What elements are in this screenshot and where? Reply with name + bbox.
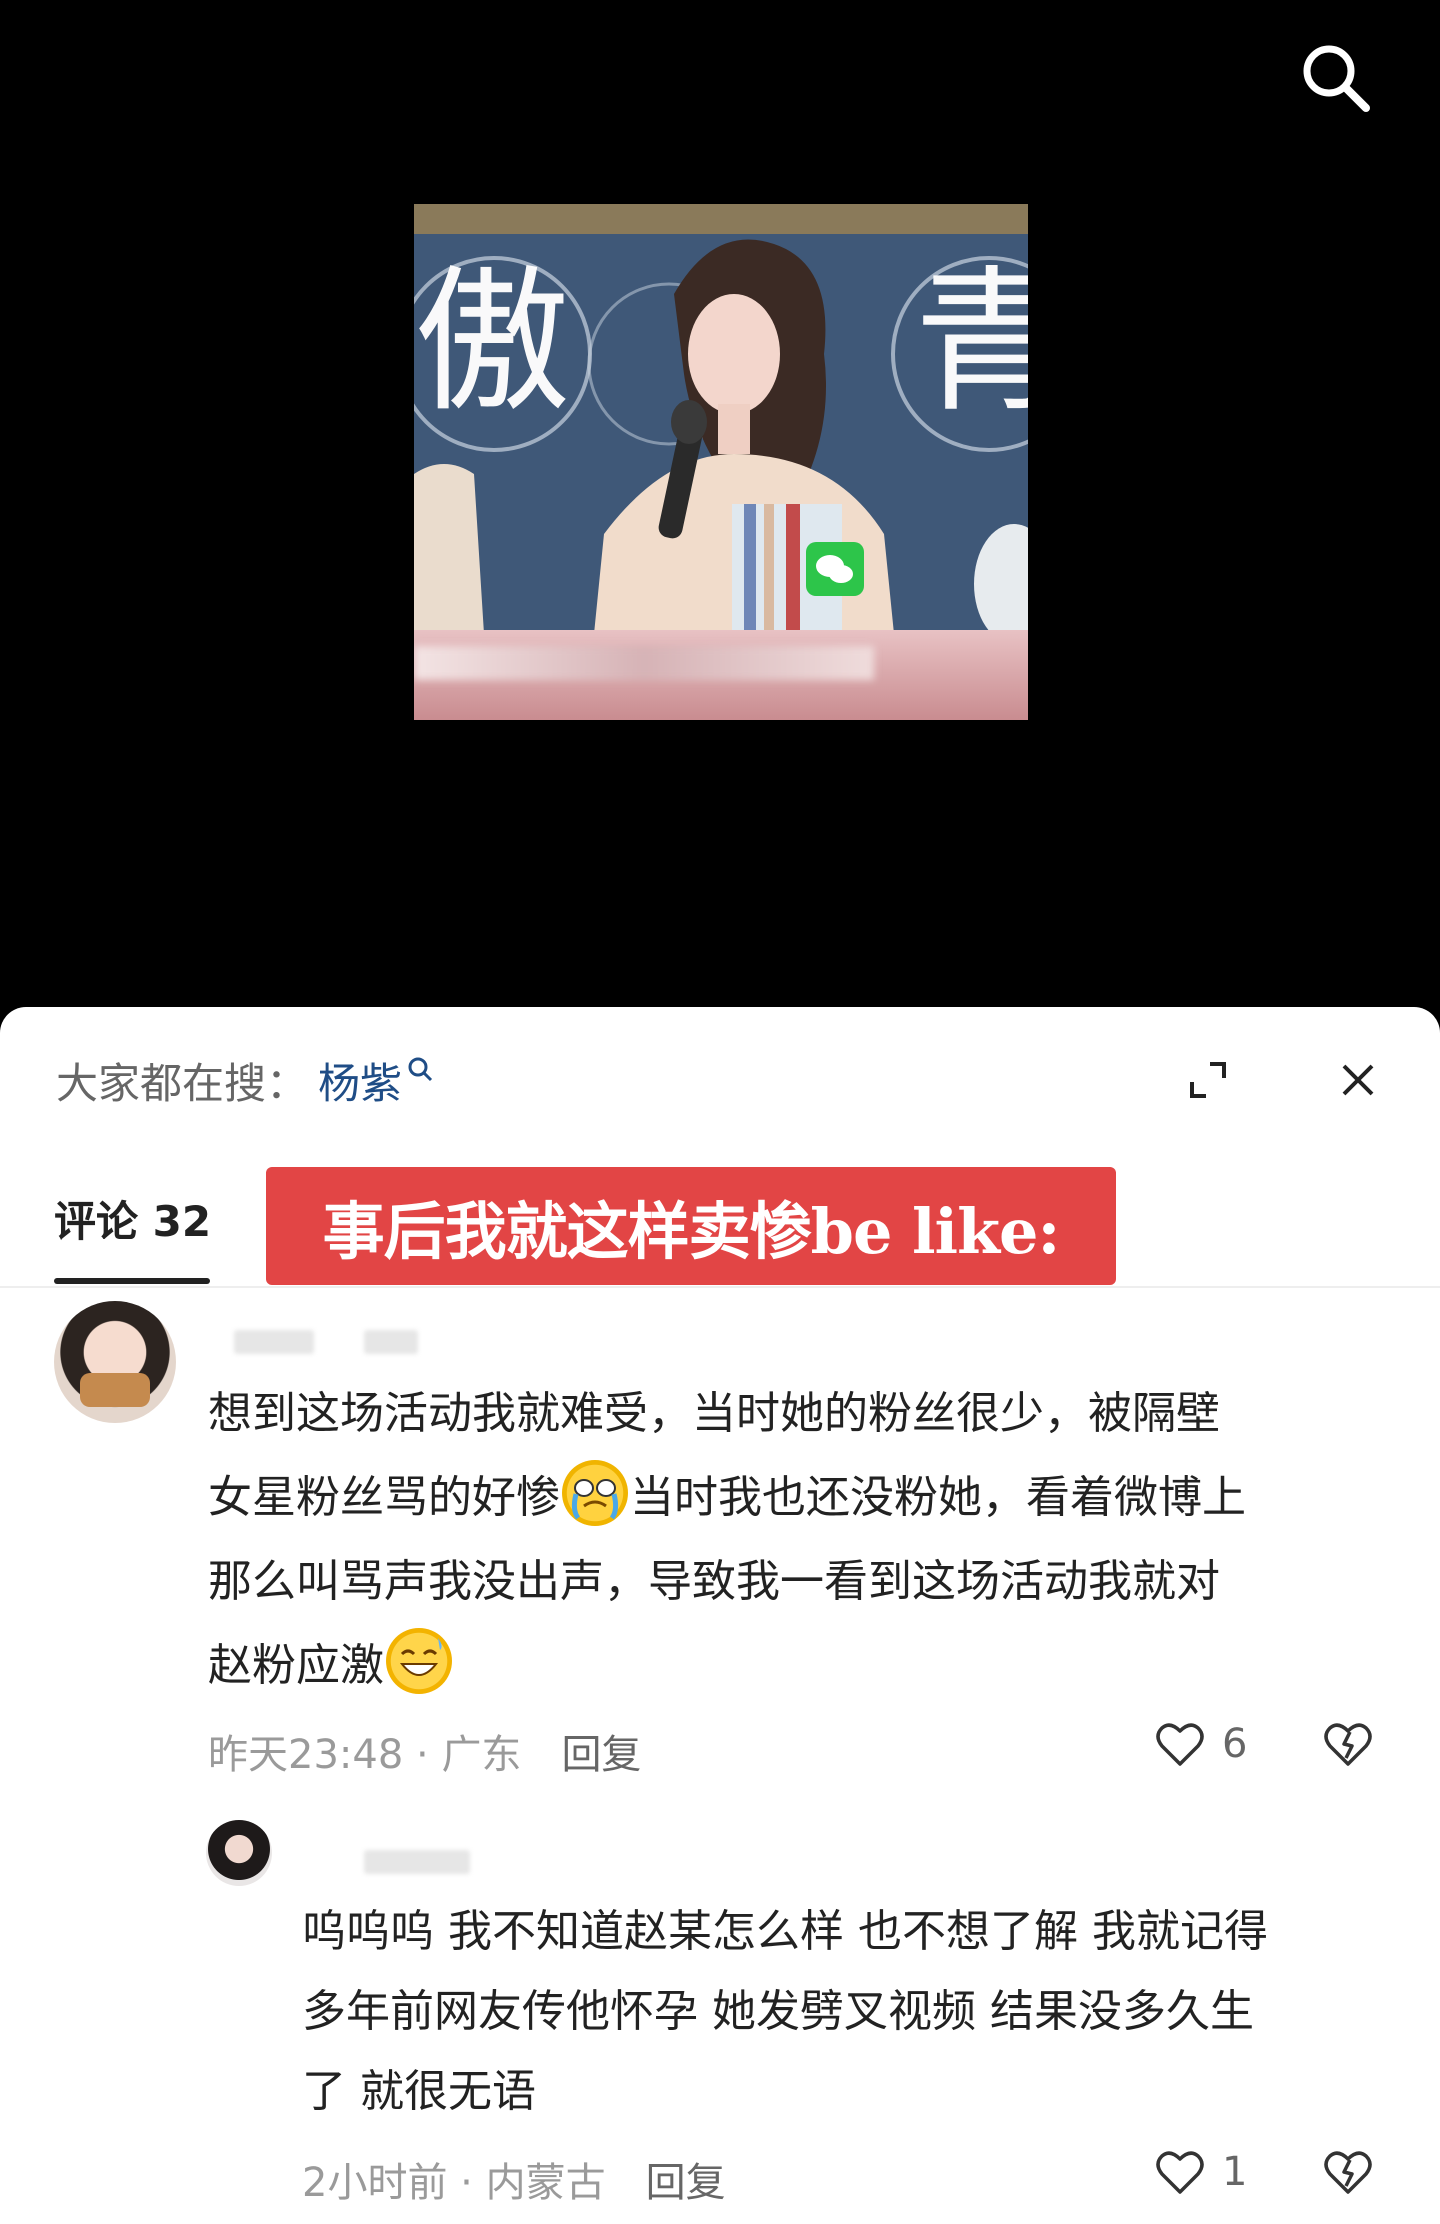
meta-separator: · bbox=[447, 2160, 486, 2206]
like-count: 1 bbox=[1222, 2149, 1248, 2195]
reply-button[interactable]: 回复 bbox=[561, 1732, 641, 1778]
crying-face-icon bbox=[562, 1460, 628, 1526]
comment-meta: 昨天23:48 · 广东 回复 bbox=[208, 1722, 641, 1780]
username-blur bbox=[364, 1330, 418, 1354]
heart-icon bbox=[1156, 2151, 1204, 2194]
title-char-right: 青 bbox=[914, 251, 1028, 433]
tab-comments[interactable]: 评论 32 bbox=[54, 1188, 211, 1249]
hot-search-bar: 大家都在搜： 杨紫 bbox=[56, 1052, 434, 1108]
username-blur bbox=[364, 1850, 470, 1874]
hot-search-keyword[interactable]: 杨紫 bbox=[318, 1050, 402, 1111]
title-char-left: 傲 bbox=[414, 251, 570, 433]
caption-banner: 事后我就这样卖惨be like: bbox=[266, 1167, 1116, 1285]
hot-search-prefix: 大家都在搜： bbox=[56, 1058, 309, 1108]
expand-icon[interactable] bbox=[1180, 1052, 1236, 1108]
avatar-detail bbox=[80, 1373, 150, 1407]
wechat-icon bbox=[806, 542, 864, 596]
like-button[interactable]: 1 bbox=[1152, 2144, 1247, 2200]
keyword-search-icon bbox=[408, 1057, 433, 1082]
like-button[interactable]: 6 bbox=[1152, 1716, 1247, 1772]
divider bbox=[0, 1286, 1440, 1288]
comment-time: 昨天23:48 bbox=[208, 1732, 404, 1778]
thumbnail-caption-blur bbox=[414, 646, 874, 680]
close-icon[interactable] bbox=[1330, 1052, 1386, 1108]
heart-icon bbox=[1156, 1723, 1204, 1766]
meta-separator: · bbox=[403, 1732, 442, 1778]
comment-meta: 2小时前 · 内蒙古 回复 bbox=[302, 2150, 726, 2208]
grinning-sweat-face-icon bbox=[386, 1628, 452, 1694]
avatar[interactable] bbox=[206, 1820, 272, 1886]
dislike-button[interactable] bbox=[1320, 2144, 1376, 2200]
username-blur bbox=[234, 1330, 314, 1354]
reply-text: 呜呜呜 我不知道赵某怎么样 也不想了解 我就记得 多年前网友传他怀孕 她发劈叉视… bbox=[302, 1906, 1268, 2117]
comment-location: 广东 bbox=[441, 1732, 522, 1778]
broken-heart-icon bbox=[1324, 2151, 1372, 2194]
dislike-button[interactable] bbox=[1320, 1716, 1376, 1772]
video-thumbnail[interactable]: 傲 青 bbox=[414, 204, 1028, 720]
tab-underline bbox=[54, 1278, 210, 1284]
search-icon[interactable] bbox=[1296, 38, 1376, 118]
avatar[interactable] bbox=[54, 1301, 176, 1423]
broken-heart-icon bbox=[1324, 1723, 1372, 1766]
comment-location: 内蒙古 bbox=[485, 2160, 606, 2206]
like-count: 6 bbox=[1222, 1721, 1248, 1767]
comment-time: 2小时前 bbox=[302, 2160, 448, 2206]
comment-text: 想到这场活动我就难受，当时她的粉丝很少，被隔壁 女星粉丝骂的好惨 当时我也还没粉她… bbox=[208, 1372, 1408, 1708]
reply-button[interactable]: 回复 bbox=[646, 2160, 726, 2206]
